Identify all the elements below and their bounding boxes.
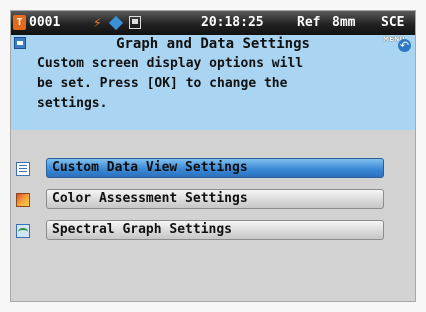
channel-number: 0001 [29,15,61,30]
spectral-graph-icon [16,224,30,238]
device-screen: T 0001 ⚡ 20:18:25 Ref 8mm SCE Graph and … [10,10,416,302]
spectral-graph-settings-button[interactable]: Spectral Graph Settings [46,220,384,240]
menu-item-color-assessment[interactable]: Color Assessment Settings [11,188,415,212]
battery-bolt-icon: ⚡ [93,15,102,31]
clock-time: 20:18:25 [201,15,264,30]
color-assessment-settings-button[interactable]: Color Assessment Settings [46,189,384,209]
channel-badge-icon: T [13,15,26,30]
diamond-icon [108,15,124,31]
aperture-size: 8mm [332,15,356,30]
measurement-mode: Ref [297,15,321,30]
instruction-text: Custom screen display options will be se… [37,56,304,111]
screen-header: Graph and Data Settings MENU ↶ Custom sc… [11,35,415,130]
custom-data-view-settings-button[interactable]: Custom Data View Settings [46,158,384,178]
status-bar: T 0001 ⚡ 20:18:25 Ref 8mm SCE [11,11,415,35]
list-icon [16,162,30,176]
menu-item-spectral-graph[interactable]: Spectral Graph Settings [11,219,415,243]
menu-back-button[interactable]: MENU ↶ [383,36,411,52]
specular-mode: SCE [381,15,405,30]
page-title: Graph and Data Settings [116,36,310,52]
lamp-icon [129,16,141,29]
menu-item-custom-data-view[interactable]: Custom Data View Settings [11,157,415,181]
back-arrow-icon: ↶ [398,39,411,52]
color-assessment-icon [16,193,30,207]
